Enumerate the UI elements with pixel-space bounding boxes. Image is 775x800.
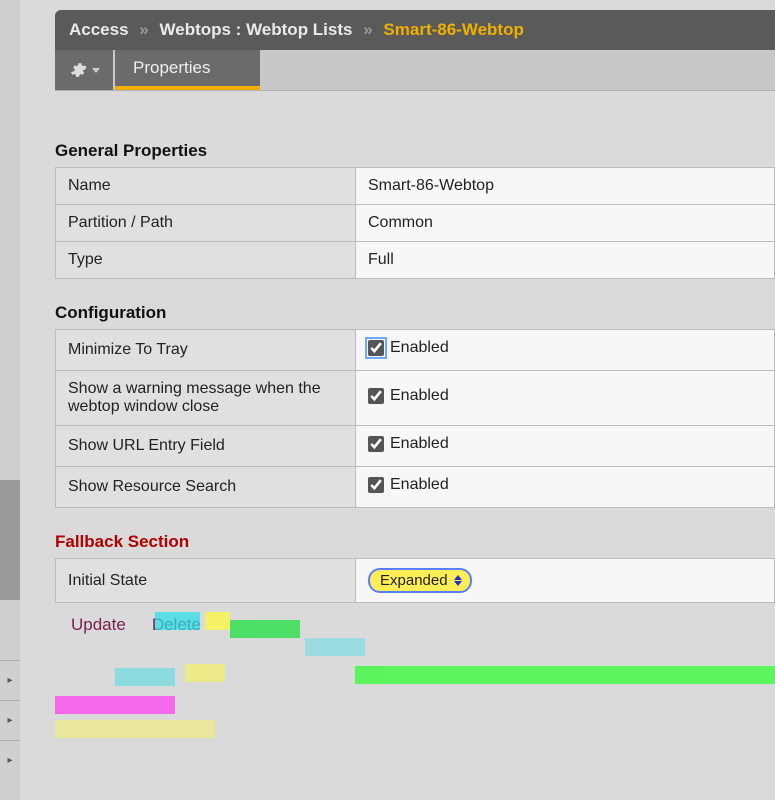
value-minimize: Enabled bbox=[390, 339, 449, 357]
rail-dark-segment bbox=[0, 480, 20, 600]
rail-expand-1[interactable]: ▸ bbox=[0, 660, 20, 700]
label-warn: Show a warning message when the webtop w… bbox=[56, 371, 356, 426]
row-warn: Show a warning message when the webtop w… bbox=[56, 371, 775, 426]
caret-down-icon bbox=[92, 68, 100, 73]
label-type: Type bbox=[56, 242, 356, 279]
rail-expand-3[interactable]: ▸ bbox=[0, 740, 20, 780]
section-fallback: Fallback Section Initial State Expanded bbox=[55, 532, 775, 639]
value-url: Enabled bbox=[390, 435, 449, 453]
breadcrumb-root[interactable]: Access bbox=[69, 20, 129, 39]
breadcrumb-sep-2: » bbox=[363, 20, 372, 39]
label-name: Name bbox=[56, 168, 356, 205]
label-initial-state: Initial State bbox=[56, 559, 356, 603]
section-general: General Properties Name Smart-86-Webtop … bbox=[55, 141, 775, 279]
value-name: Smart-86-Webtop bbox=[356, 168, 775, 205]
breadcrumb-current: Smart-86-Webtop bbox=[383, 20, 523, 39]
select-initial-state-value: Expanded bbox=[380, 572, 448, 589]
checkbox-show-resource-search[interactable] bbox=[368, 477, 384, 493]
fallback-table: Initial State Expanded bbox=[55, 558, 775, 603]
left-rail: ▸ ▸ ▸ bbox=[0, 0, 20, 800]
action-row: Update Delete bbox=[55, 611, 775, 639]
row-minimize: Minimize To Tray Enabled bbox=[56, 330, 775, 371]
checkbox-minimize-to-tray[interactable] bbox=[368, 340, 384, 356]
tab-properties-label: Properties bbox=[133, 58, 210, 78]
general-properties-table: Name Smart-86-Webtop Partition / Path Co… bbox=[55, 167, 775, 279]
tab-properties[interactable]: Properties bbox=[115, 50, 260, 90]
value-warn: Enabled bbox=[390, 387, 449, 405]
section-title-configuration: Configuration bbox=[55, 303, 775, 323]
checkbox-show-warning[interactable] bbox=[368, 388, 384, 404]
rail-expand-2[interactable]: ▸ bbox=[0, 700, 20, 740]
breadcrumb-sep-1: » bbox=[139, 20, 148, 39]
label-minimize: Minimize To Tray bbox=[56, 330, 356, 371]
select-initial-state[interactable]: Expanded bbox=[368, 568, 472, 593]
checkbox-show-url-entry[interactable] bbox=[368, 436, 384, 452]
value-search: Enabled bbox=[390, 476, 449, 494]
tab-row: Properties bbox=[55, 50, 775, 91]
breadcrumb-mid[interactable]: Webtops : Webtop Lists bbox=[160, 20, 353, 39]
gear-icon bbox=[69, 61, 87, 79]
configuration-table: Minimize To Tray Enabled Show a warning … bbox=[55, 329, 775, 508]
row-partition: Partition / Path Common bbox=[56, 205, 775, 242]
section-configuration: Configuration Minimize To Tray Enabled S… bbox=[55, 303, 775, 508]
label-url: Show URL Entry Field bbox=[56, 426, 356, 467]
section-title-fallback: Fallback Section bbox=[55, 532, 775, 552]
delete-button[interactable]: Delete bbox=[146, 611, 207, 639]
value-partition: Common bbox=[356, 205, 775, 242]
row-initial-state: Initial State Expanded bbox=[56, 559, 775, 603]
label-partition: Partition / Path bbox=[56, 205, 356, 242]
section-title-general: General Properties bbox=[55, 141, 775, 161]
breadcrumb: Access » Webtops : Webtop Lists » Smart-… bbox=[55, 10, 775, 50]
row-name: Name Smart-86-Webtop bbox=[56, 168, 775, 205]
value-type: Full bbox=[356, 242, 775, 279]
update-button[interactable]: Update bbox=[65, 611, 132, 639]
select-arrows-icon bbox=[454, 575, 462, 586]
label-search: Show Resource Search bbox=[56, 467, 356, 508]
row-type: Type Full bbox=[56, 242, 775, 279]
main-content: Access » Webtops : Webtop Lists » Smart-… bbox=[55, 10, 775, 663]
settings-menu-button[interactable] bbox=[55, 50, 113, 90]
row-url: Show URL Entry Field Enabled bbox=[56, 426, 775, 467]
row-search: Show Resource Search Enabled bbox=[56, 467, 775, 508]
